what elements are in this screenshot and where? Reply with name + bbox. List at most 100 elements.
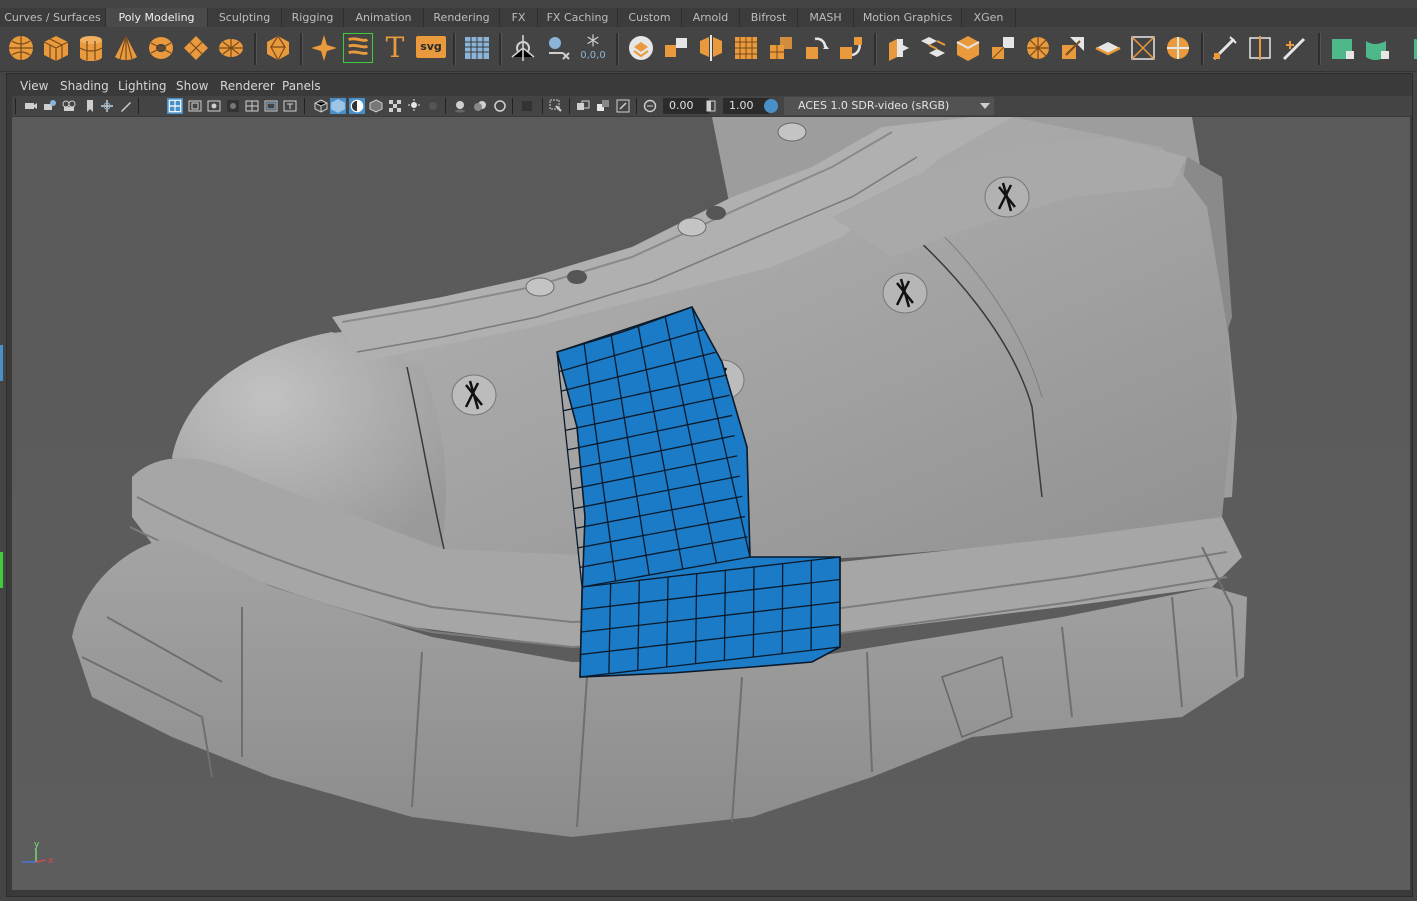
super-shape-icon[interactable] [309, 33, 339, 63]
tab-arnold[interactable]: Arnold [682, 8, 740, 27]
extrude-icon[interactable] [883, 33, 913, 63]
tab-xgen[interactable]: XGen [962, 8, 1016, 27]
isolate-select-icon[interactable] [549, 99, 563, 113]
menu-renderer[interactable]: Renderer [220, 78, 275, 95]
poly-sphere-icon[interactable] [6, 33, 36, 63]
camera-attributes-icon[interactable] [43, 99, 57, 113]
fill-hole-icon[interactable] [1163, 33, 1193, 63]
freeze-transform-icon[interactable]: 0,0,0 [578, 33, 608, 63]
uv-sew-icon[interactable] [1398, 33, 1417, 63]
tab-rendering[interactable]: Rendering [424, 8, 500, 27]
view-transform-dropdown[interactable]: ACES 1.0 SDR-video (sRGB) [784, 97, 994, 115]
toolbar-divider [138, 98, 139, 114]
menu-show[interactable]: Show [176, 78, 208, 95]
tab-motion-graphics[interactable]: Motion Graphics [854, 8, 962, 27]
poly-cube-icon[interactable] [41, 33, 71, 63]
3d-viewport[interactable]: y x [12, 117, 1410, 890]
edge-loop-icon[interactable] [1245, 33, 1275, 63]
uv-editor-icon[interactable] [462, 33, 492, 63]
gamma-icon[interactable] [704, 99, 718, 113]
mirror-icon[interactable] [696, 33, 726, 63]
wedge-icon[interactable] [1023, 33, 1053, 63]
xray-icon[interactable] [369, 99, 383, 113]
snap-pivot-icon[interactable] [508, 33, 538, 63]
poly-disc-icon[interactable] [216, 33, 246, 63]
lights-icon[interactable] [407, 99, 421, 113]
poke-icon[interactable] [988, 33, 1018, 63]
poly-cone-icon[interactable] [111, 33, 141, 63]
tab-custom[interactable]: Custom [618, 8, 682, 27]
shadows-icon[interactable] [426, 99, 440, 113]
reduce-icon[interactable] [766, 33, 796, 63]
remesh-icon[interactable] [801, 33, 831, 63]
ambient-occlusion-icon[interactable] [453, 99, 467, 113]
separate-icon[interactable] [661, 33, 691, 63]
combine-icon[interactable] [626, 33, 656, 63]
tab-rigging[interactable]: Rigging [282, 8, 344, 27]
bookmark-flag-icon[interactable] [83, 99, 97, 113]
select-camera-icon[interactable] [24, 99, 38, 113]
menu-panels[interactable]: Panels [282, 78, 321, 95]
tab-fx[interactable]: FX [500, 8, 538, 27]
gamma-field[interactable]: 1.00 [723, 98, 769, 114]
lace-hook [677, 217, 707, 237]
motion-blur-icon[interactable] [473, 99, 487, 113]
smooth-shade-icon [331, 99, 345, 113]
wireframe-mode-icon[interactable] [314, 99, 328, 113]
platonic-solid-icon[interactable] [263, 33, 293, 63]
wireframe-on-shaded-toggle-active[interactable] [349, 98, 365, 114]
textured-icon[interactable] [388, 99, 402, 113]
smooth-icon[interactable] [731, 33, 761, 63]
slide-edge-icon[interactable] [1280, 33, 1310, 63]
color-management-icon[interactable] [764, 99, 778, 113]
tab-curves-surfaces[interactable]: Curves / Surfaces [0, 8, 106, 27]
gate-resize-icon[interactable] [616, 99, 630, 113]
depth-of-field-icon[interactable] [520, 99, 534, 113]
sweep-mesh-icon[interactable] [343, 33, 373, 63]
tab-bifrost[interactable]: Bifrost [740, 8, 798, 27]
field-chart-icon[interactable] [245, 99, 259, 113]
target-weld-icon[interactable] [1128, 33, 1158, 63]
tab-poly-modeling[interactable]: Poly Modeling [106, 8, 208, 27]
uv-layout-icon[interactable] [1328, 33, 1358, 63]
film-gate-icon[interactable] [188, 99, 202, 113]
exposure-field[interactable]: 0.00 [663, 98, 709, 114]
bookmarks-icon[interactable] [62, 99, 76, 113]
exposure-icon[interactable] [643, 99, 657, 113]
menu-view[interactable]: View [20, 78, 48, 95]
tab-sculpting[interactable]: Sculpting [208, 8, 282, 27]
tab-mash[interactable]: MASH [798, 8, 854, 27]
type-text-icon[interactable]: T [380, 33, 410, 63]
gate-mask-icon[interactable] [226, 99, 240, 113]
toolbar-divider [512, 98, 513, 114]
wireframe-toggle-active[interactable] [167, 98, 183, 114]
shelf-divider [300, 33, 303, 65]
xray-active-components-icon[interactable] [596, 99, 610, 113]
poly-plane-icon[interactable] [181, 33, 211, 63]
tab-animation[interactable]: Animation [344, 8, 424, 27]
menu-lighting[interactable]: Lighting [118, 78, 167, 95]
multi-cut-icon[interactable] [1093, 33, 1123, 63]
cut-faces-icon[interactable] [1210, 33, 1240, 63]
menu-shading[interactable]: Shading [60, 78, 109, 95]
image-plane-icon[interactable] [100, 99, 114, 113]
anti-aliasing-icon[interactable] [493, 99, 507, 113]
shelf-tab-bar: Curves / Surfaces Poly Modeling Sculptin… [0, 8, 1417, 27]
smooth-shade-toggle-active[interactable] [330, 98, 346, 114]
resolution-gate-icon[interactable] [207, 99, 221, 113]
bevel-icon[interactable] [953, 33, 983, 63]
bridge-icon[interactable] [918, 33, 948, 63]
bake-pivot-icon[interactable] [543, 33, 573, 63]
toolbar-divider [304, 98, 305, 114]
safe-action-icon[interactable] [264, 99, 278, 113]
grease-pencil-icon[interactable] [119, 99, 133, 113]
xray-joints-icon[interactable] [576, 99, 590, 113]
poly-torus-icon[interactable] [146, 33, 176, 63]
add-divisions-icon[interactable] [1058, 33, 1088, 63]
uv-unfold-icon[interactable] [1363, 33, 1393, 63]
safe-title-icon[interactable] [283, 99, 297, 113]
tab-fx-caching[interactable]: FX Caching [538, 8, 618, 27]
poly-cylinder-icon[interactable] [76, 33, 106, 63]
retopologize-icon[interactable] [836, 33, 866, 63]
svg-tool-icon[interactable]: svg [416, 36, 446, 58]
